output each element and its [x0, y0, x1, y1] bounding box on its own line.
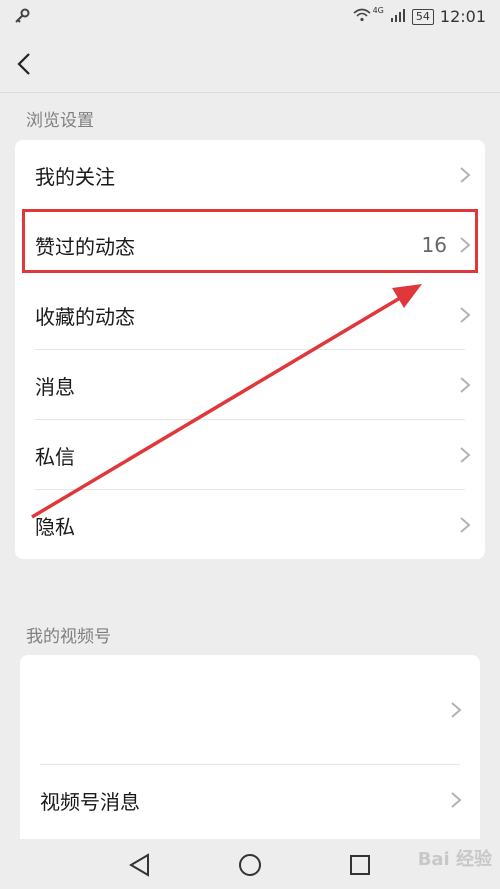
section-title-channels: 我的视频号: [26, 627, 111, 647]
nav-back-button[interactable]: [126, 851, 154, 879]
row-label: 消息: [35, 374, 75, 399]
browse-settings-card: 我的关注 赞过的动态 16 收藏的动态 消息 私信 隐私: [15, 140, 485, 559]
row-label: 隐私: [35, 514, 75, 539]
row-label: 收藏的动态: [35, 304, 135, 329]
chevron-right-icon: [451, 702, 462, 718]
chevron-right-icon: [460, 377, 471, 393]
square-recents-icon: [350, 855, 370, 875]
circle-home-icon: [239, 854, 261, 876]
row-label: 我的关注: [35, 164, 115, 189]
network-type: 4G: [372, 6, 384, 15]
section-title-browse: 浏览设置: [26, 111, 94, 131]
nav-recents-button[interactable]: [346, 851, 374, 879]
row-channel-profile[interactable]: [20, 675, 480, 745]
key-icon: [14, 8, 30, 28]
chevron-right-icon: [460, 237, 471, 253]
row-my-follows[interactable]: 我的关注: [15, 140, 485, 210]
row-label: 视频号消息: [40, 789, 140, 814]
row-saved-posts[interactable]: 收藏的动态: [15, 280, 485, 350]
battery-indicator: 54: [411, 8, 434, 25]
row-liked-posts[interactable]: 赞过的动态 16: [15, 210, 485, 280]
watermark: Bai 经验: [417, 849, 492, 870]
wifi-icon: [353, 8, 371, 26]
nav-header: [0, 36, 500, 93]
chevron-right-icon: [460, 517, 471, 533]
chevron-right-icon: [460, 447, 471, 463]
row-private-messages[interactable]: 私信: [15, 420, 485, 490]
nav-home-button[interactable]: [236, 851, 264, 879]
status-right: 4G 54 12:01: [353, 6, 486, 26]
status-bar: 4G 54 12:01: [0, 0, 500, 36]
signal-icon: [390, 8, 406, 26]
row-label: 赞过的动态: [35, 234, 135, 259]
liked-count: 16: [421, 233, 447, 257]
back-button[interactable]: [12, 48, 40, 80]
row-privacy[interactable]: 隐私: [15, 490, 485, 559]
chevron-right-icon: [460, 307, 471, 323]
triangle-back-icon: [129, 853, 149, 877]
chevron-left-icon: [17, 53, 30, 75]
clock: 12:01: [439, 7, 486, 26]
chevron-right-icon: [460, 167, 471, 183]
row-label: 私信: [35, 444, 75, 469]
channels-card: 视频号消息: [20, 655, 480, 845]
row-channel-messages[interactable]: 视频号消息: [20, 765, 480, 835]
row-messages[interactable]: 消息: [15, 350, 485, 420]
chevron-right-icon: [451, 792, 462, 808]
